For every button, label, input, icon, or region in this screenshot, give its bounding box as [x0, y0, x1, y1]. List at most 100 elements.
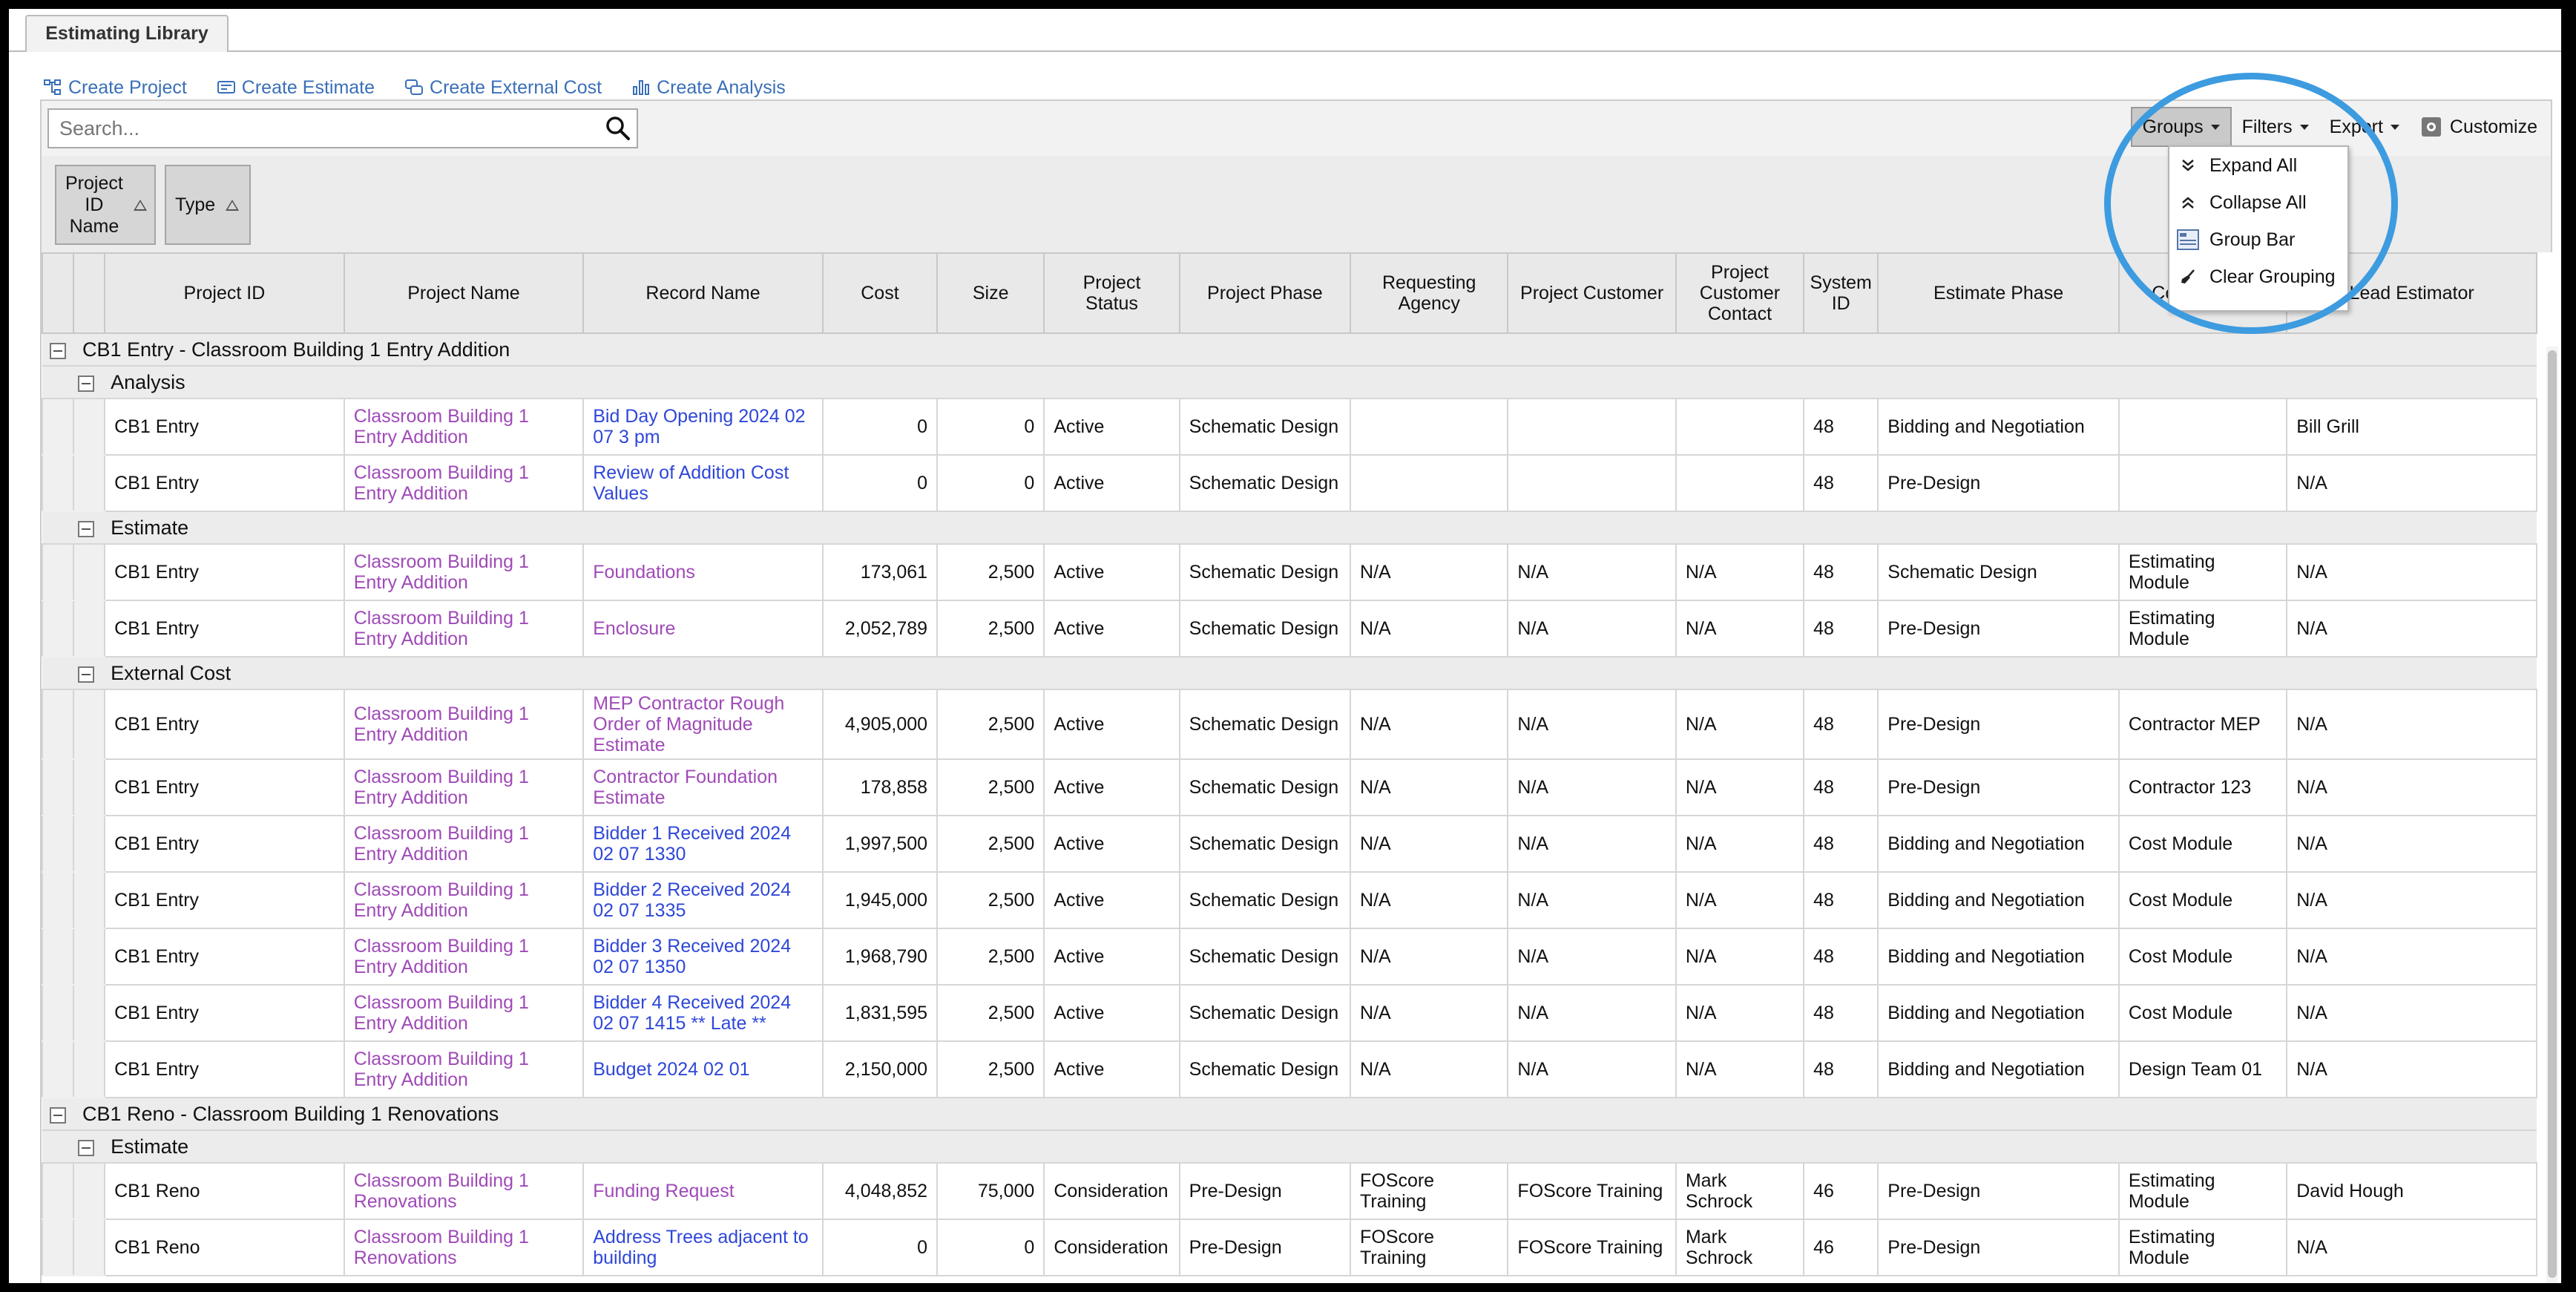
record-name-link[interactable]: Review of Addition Cost Values [582, 454, 824, 512]
record-name-link[interactable]: Bid Day Opening 2024 02 07 3 pm [582, 398, 824, 456]
table-row[interactable]: CB1 Entry Classroom Building 1 Entry Addi… [42, 600, 2537, 658]
collapse-toggle-icon[interactable] [78, 520, 95, 537]
indent-cell [42, 511, 74, 545]
table-row[interactable]: CB1 Entry Classroom Building 1 Entry Addi… [42, 928, 2537, 986]
project-name-link[interactable]: Classroom Building 1 Entry Addition [343, 689, 585, 760]
column-header-line: Estimate Phase [1933, 283, 2064, 304]
column-header[interactable]: Record Name [582, 252, 824, 334]
vertical-scrollbar-thumb[interactable] [2548, 350, 2557, 1278]
table-cell: 0 [936, 398, 1045, 456]
collapse-toggle-icon[interactable] [78, 666, 95, 683]
record-name-link[interactable]: Address Trees adjacent to building [582, 1219, 824, 1276]
collapse-toggle-icon[interactable] [78, 1139, 95, 1156]
record-name-link[interactable]: Funding Request [582, 1162, 824, 1220]
subgroup-row[interactable]: Estimate [42, 1129, 2537, 1164]
record-name-link[interactable]: Enclosure [582, 600, 824, 658]
subgroup-label: Estimate [111, 1135, 189, 1158]
project-name-link[interactable]: Classroom Building 1 Entry Addition [343, 815, 585, 873]
table-cell: Pre-Design [1877, 454, 2120, 512]
column-header-line: ID [1831, 293, 1850, 314]
table-cell: Bidding and Negotiation [1877, 1040, 2120, 1098]
table-row[interactable]: CB1 Entry Classroom Building 1 Entry Addi… [42, 1040, 2537, 1098]
column-header[interactable]: System ID [1803, 252, 1879, 334]
project-name-link[interactable]: Classroom Building 1 Entry Addition [343, 928, 585, 986]
table-cell: 2,500 [936, 815, 1045, 873]
table-cell: 48 [1803, 928, 1879, 986]
record-name-link[interactable]: Bidder 1 Received 2024 02 07 1330 [582, 815, 824, 873]
project-name-link[interactable]: Classroom Building 1 Entry Addition [343, 1040, 585, 1098]
table-cell: Schematic Design [1178, 871, 1352, 929]
table-row[interactable]: CB1 Entry Classroom Building 1 Entry Addi… [42, 758, 2537, 816]
table-cell [1675, 454, 1805, 512]
create-analysis-link[interactable]: Create Analysis [631, 74, 786, 101]
table-cell: N/A [1675, 815, 1805, 873]
table-cell: N/A [2286, 815, 2537, 873]
column-header-line: Record Name [645, 283, 760, 304]
group-row[interactable]: CB1 Reno - Classroom Building 1 Renovati… [42, 1097, 2537, 1131]
create-external-cost-link[interactable]: Create External Cost [404, 74, 602, 101]
table-cell: CB1 Entry [104, 871, 345, 929]
table-cell: Bidding and Negotiation [1877, 398, 2120, 456]
customize-button[interactable]: Customize [2410, 108, 2548, 145]
tab-estimating-library[interactable]: Estimating Library [25, 15, 229, 52]
table-cell: N/A [1350, 984, 1509, 1042]
subgroup-row[interactable]: External Cost [42, 656, 2537, 690]
table-row[interactable]: CB1 Entry Classroom Building 1 Entry Addi… [42, 689, 2537, 760]
record-name-link[interactable]: MEP Contractor Rough Order of Magnitude … [582, 689, 824, 760]
column-header[interactable]: Project Customer [1507, 252, 1677, 334]
column-header[interactable]: Project Phase [1178, 252, 1352, 334]
collapse-toggle-icon[interactable] [50, 342, 66, 359]
column-header[interactable]: Requesting Agency [1350, 252, 1509, 334]
estimate-icon [217, 81, 235, 94]
column-header[interactable]: Estimate Phase [1877, 252, 2120, 334]
project-name-link[interactable]: Classroom Building 1 Renovations [343, 1162, 585, 1220]
column-header-line: Status [1085, 293, 1138, 314]
subgroup-row[interactable]: Estimate [42, 511, 2537, 545]
search-icon[interactable] [604, 114, 632, 142]
table-row[interactable]: CB1 Entry Classroom Building 1 Entry Addi… [42, 815, 2537, 873]
project-name-link[interactable]: Classroom Building 1 Entry Addition [343, 398, 585, 456]
subgroup-row[interactable]: Analysis [42, 365, 2537, 399]
indent-cell [42, 1040, 75, 1098]
record-name-link[interactable]: Contractor Foundation Estimate [582, 758, 824, 816]
record-name-link[interactable]: Foundations [582, 543, 824, 601]
chip-line: Name [69, 215, 119, 237]
table-row[interactable]: CB1 Entry Classroom Building 1 Entry Addi… [42, 454, 2537, 512]
collapse-toggle-icon[interactable] [78, 375, 95, 392]
column-header[interactable]: Project ID [104, 252, 345, 334]
record-name-link[interactable]: Bidder 4 Received 2024 02 07 1415 ** Lat… [582, 984, 824, 1042]
column-header[interactable]: Project Name [343, 252, 585, 334]
search-input[interactable] [58, 113, 580, 144]
table-row[interactable]: CB1 Reno Classroom Building 1 Renovations… [42, 1162, 2537, 1220]
project-name-link[interactable]: Classroom Building 1 Entry Addition [343, 600, 585, 658]
column-header[interactable]: Project Status [1043, 252, 1180, 334]
table-cell: N/A [1507, 1040, 1677, 1098]
column-header[interactable]: Size [936, 252, 1045, 334]
record-name-link[interactable]: Bidder 3 Received 2024 02 07 1350 [582, 928, 824, 986]
table-row[interactable]: CB1 Entry Classroom Building 1 Entry Addi… [42, 871, 2537, 929]
column-header[interactable]: Cost [821, 252, 939, 334]
project-name-link[interactable]: Classroom Building 1 Renovations [343, 1219, 585, 1276]
record-name-link[interactable]: Bidder 2 Received 2024 02 07 1335 [582, 871, 824, 929]
table-cell: CB1 Entry [104, 454, 345, 512]
group-chip-project-id-name[interactable]: Project ID Name [55, 165, 156, 245]
project-name-link[interactable]: Classroom Building 1 Entry Addition [343, 758, 585, 816]
project-name-link[interactable]: Classroom Building 1 Entry Addition [343, 454, 585, 512]
table-row[interactable]: CB1 Entry Classroom Building 1 Entry Addi… [42, 984, 2537, 1042]
project-name-link[interactable]: Classroom Building 1 Entry Addition [343, 984, 585, 1042]
project-name-link[interactable]: Classroom Building 1 Entry Addition [343, 871, 585, 929]
table-row[interactable]: CB1 Reno Classroom Building 1 Renovations… [42, 1219, 2537, 1276]
collapse-toggle-icon[interactable] [50, 1106, 66, 1124]
group-chip-type[interactable]: Type [165, 165, 251, 245]
column-header[interactable]: Project Customer Contact [1675, 252, 1805, 334]
group-row[interactable]: CB1 Entry - Classroom Building 1 Entry A… [42, 332, 2537, 367]
table-row[interactable]: CB1 Entry Classroom Building 1 Entry Addi… [42, 398, 2537, 456]
indent-cell [42, 454, 75, 512]
project-name-link[interactable]: Classroom Building 1 Entry Addition [343, 543, 585, 601]
create-external-cost-label: Create External Cost [430, 76, 602, 98]
create-estimate-link[interactable]: Create Estimate [217, 74, 375, 101]
table-cell: Schematic Design [1178, 1040, 1352, 1098]
create-project-link[interactable]: Create Project [43, 74, 187, 101]
table-row[interactable]: CB1 Entry Classroom Building 1 Entry Addi… [42, 543, 2537, 601]
record-name-link[interactable]: Budget 2024 02 01 [582, 1040, 824, 1098]
